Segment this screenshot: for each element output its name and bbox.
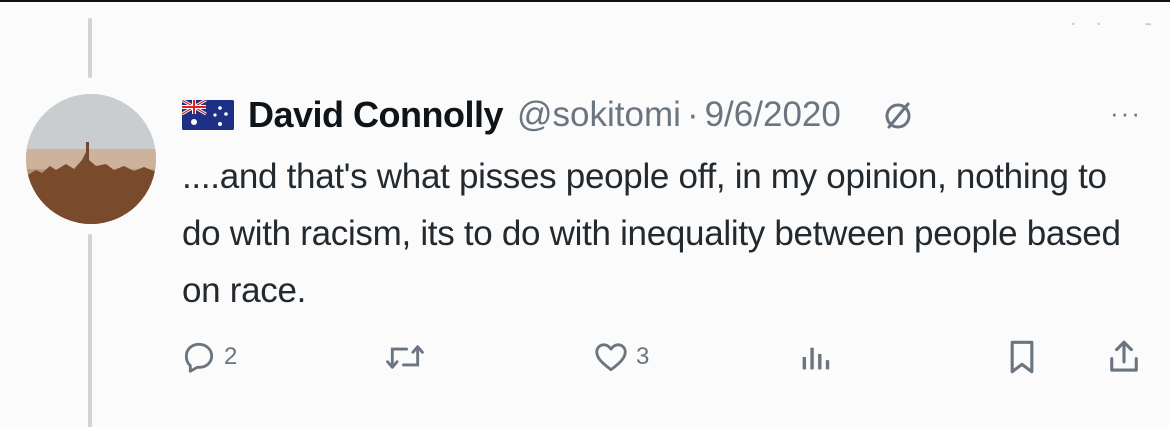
- tweet-container: · · ‑ David Connolly @sokitomi · 9/6/202…: [0, 0, 1170, 427]
- faded-dots-icon: · · ‑: [1069, 10, 1158, 35]
- avatar-image: [26, 94, 156, 224]
- views-button[interactable]: [798, 332, 838, 382]
- author-name[interactable]: David Connolly: [248, 94, 504, 136]
- tweet-date[interactable]: 9/6/2020: [705, 95, 841, 135]
- repost-icon: [386, 345, 424, 369]
- header-separator: ·: [686, 95, 699, 134]
- heart-icon: [595, 343, 627, 372]
- more-options-icon[interactable]: ···: [1110, 98, 1142, 129]
- share-button[interactable]: [1106, 332, 1142, 382]
- thread-connector-line-lower: [88, 234, 92, 427]
- share-icon: [1110, 340, 1138, 372]
- reply-button[interactable]: 2: [180, 332, 237, 382]
- views-chart-icon: [802, 347, 830, 370]
- australia-flag-icon: [182, 100, 234, 130]
- like-button[interactable]: 3: [592, 332, 649, 382]
- bookmark-icon: [1010, 340, 1034, 374]
- tweet-action-bar: 2 3: [0, 332, 1170, 382]
- repost-button[interactable]: [384, 332, 432, 382]
- like-count: 3: [636, 343, 650, 370]
- bookmark-button[interactable]: [1004, 332, 1040, 382]
- reply-icon: [184, 342, 214, 373]
- avatar[interactable]: [26, 94, 156, 224]
- thread-connector-line: [88, 18, 92, 78]
- author-handle[interactable]: @sokitomi: [517, 95, 681, 135]
- tweet-header: David Connolly @sokitomi · 9/6/2020: [182, 90, 915, 140]
- reply-count: 2: [224, 343, 238, 370]
- tweet-text: ....and that's what pisses people off, i…: [182, 157, 1121, 310]
- grok-icon[interactable]: [881, 98, 915, 132]
